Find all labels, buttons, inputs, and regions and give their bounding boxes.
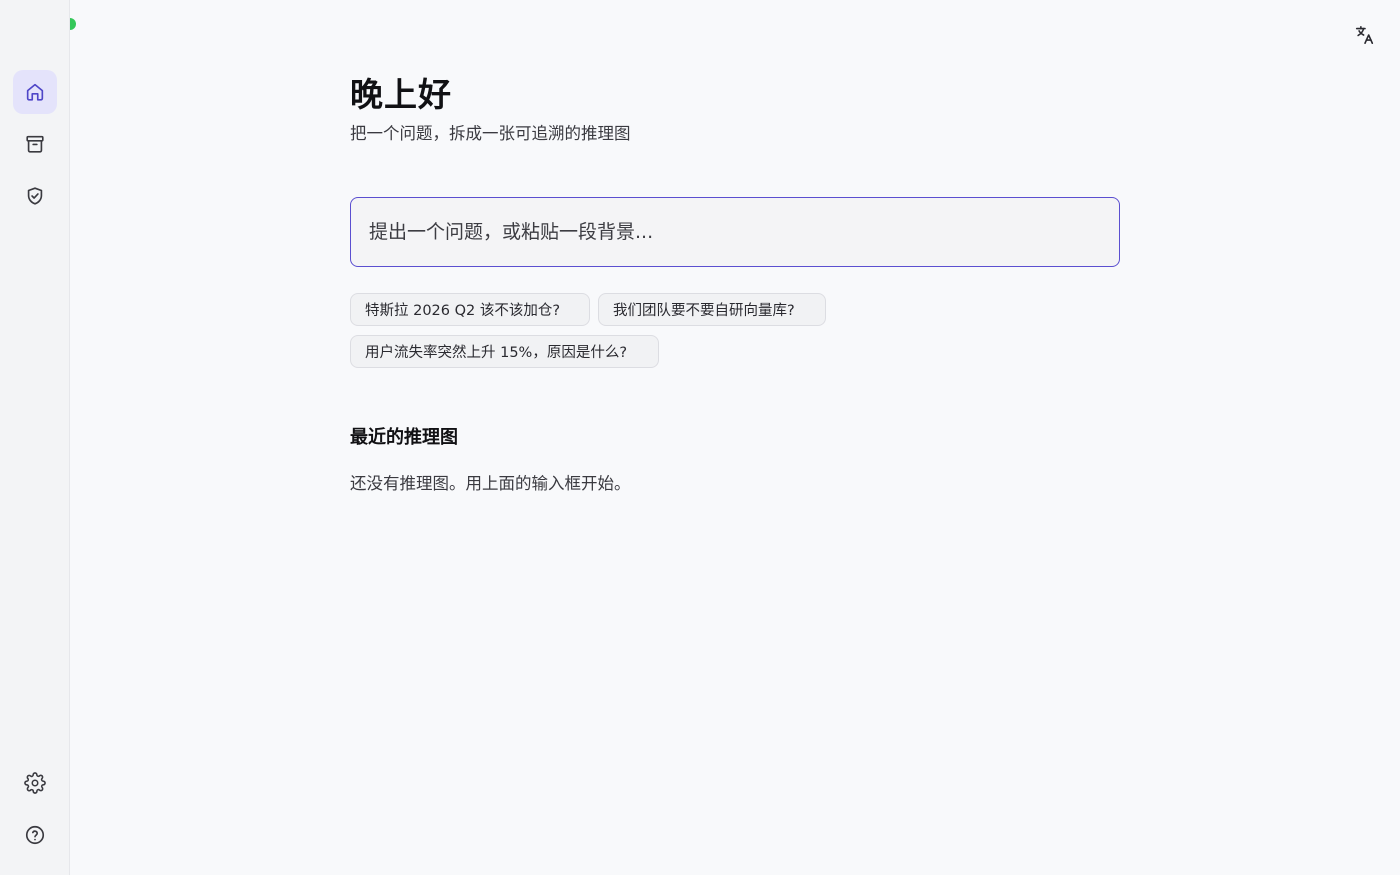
home-icon <box>26 83 44 101</box>
question-input[interactable] <box>369 198 1119 266</box>
sidebar <box>0 0 76 875</box>
suggestion-chip[interactable]: 我们团队要不要自研向量库? <box>598 293 826 326</box>
language-toggle-button[interactable] <box>1352 22 1378 48</box>
recent-graphs-heading: 最近的推理图 <box>350 427 458 448</box>
help-circle-icon <box>25 825 45 845</box>
translate-icon <box>1355 25 1374 45</box>
sidebar-item-settings[interactable] <box>13 761 57 805</box>
sidebar-item-verification[interactable] <box>13 174 57 218</box>
gear-icon <box>24 772 46 794</box>
ask-box <box>350 197 1120 267</box>
sidebar-item-archive[interactable] <box>13 122 57 166</box>
sidebar-item-help[interactable] <box>13 813 57 857</box>
suggestion-chip[interactable]: 用户流失率突然上升 15%，原因是什么? <box>350 335 659 368</box>
page-title: 晚上好 <box>350 75 452 114</box>
status-indicator <box>70 18 76 30</box>
app-window: 晚上好 把一个问题，拆成一张可追溯的推理图 特斯拉 2026 Q2 该不该加仓?… <box>0 0 1400 875</box>
suggestion-chip[interactable]: 特斯拉 2026 Q2 该不该加仓? <box>350 293 590 326</box>
recent-graphs-empty-state: 还没有推理图。用上面的输入框开始。 <box>350 474 631 493</box>
archive-icon <box>26 135 44 153</box>
sidebar-item-home[interactable] <box>13 70 57 114</box>
page-subtitle: 把一个问题，拆成一张可追溯的推理图 <box>350 124 631 143</box>
shield-check-icon <box>27 187 43 205</box>
